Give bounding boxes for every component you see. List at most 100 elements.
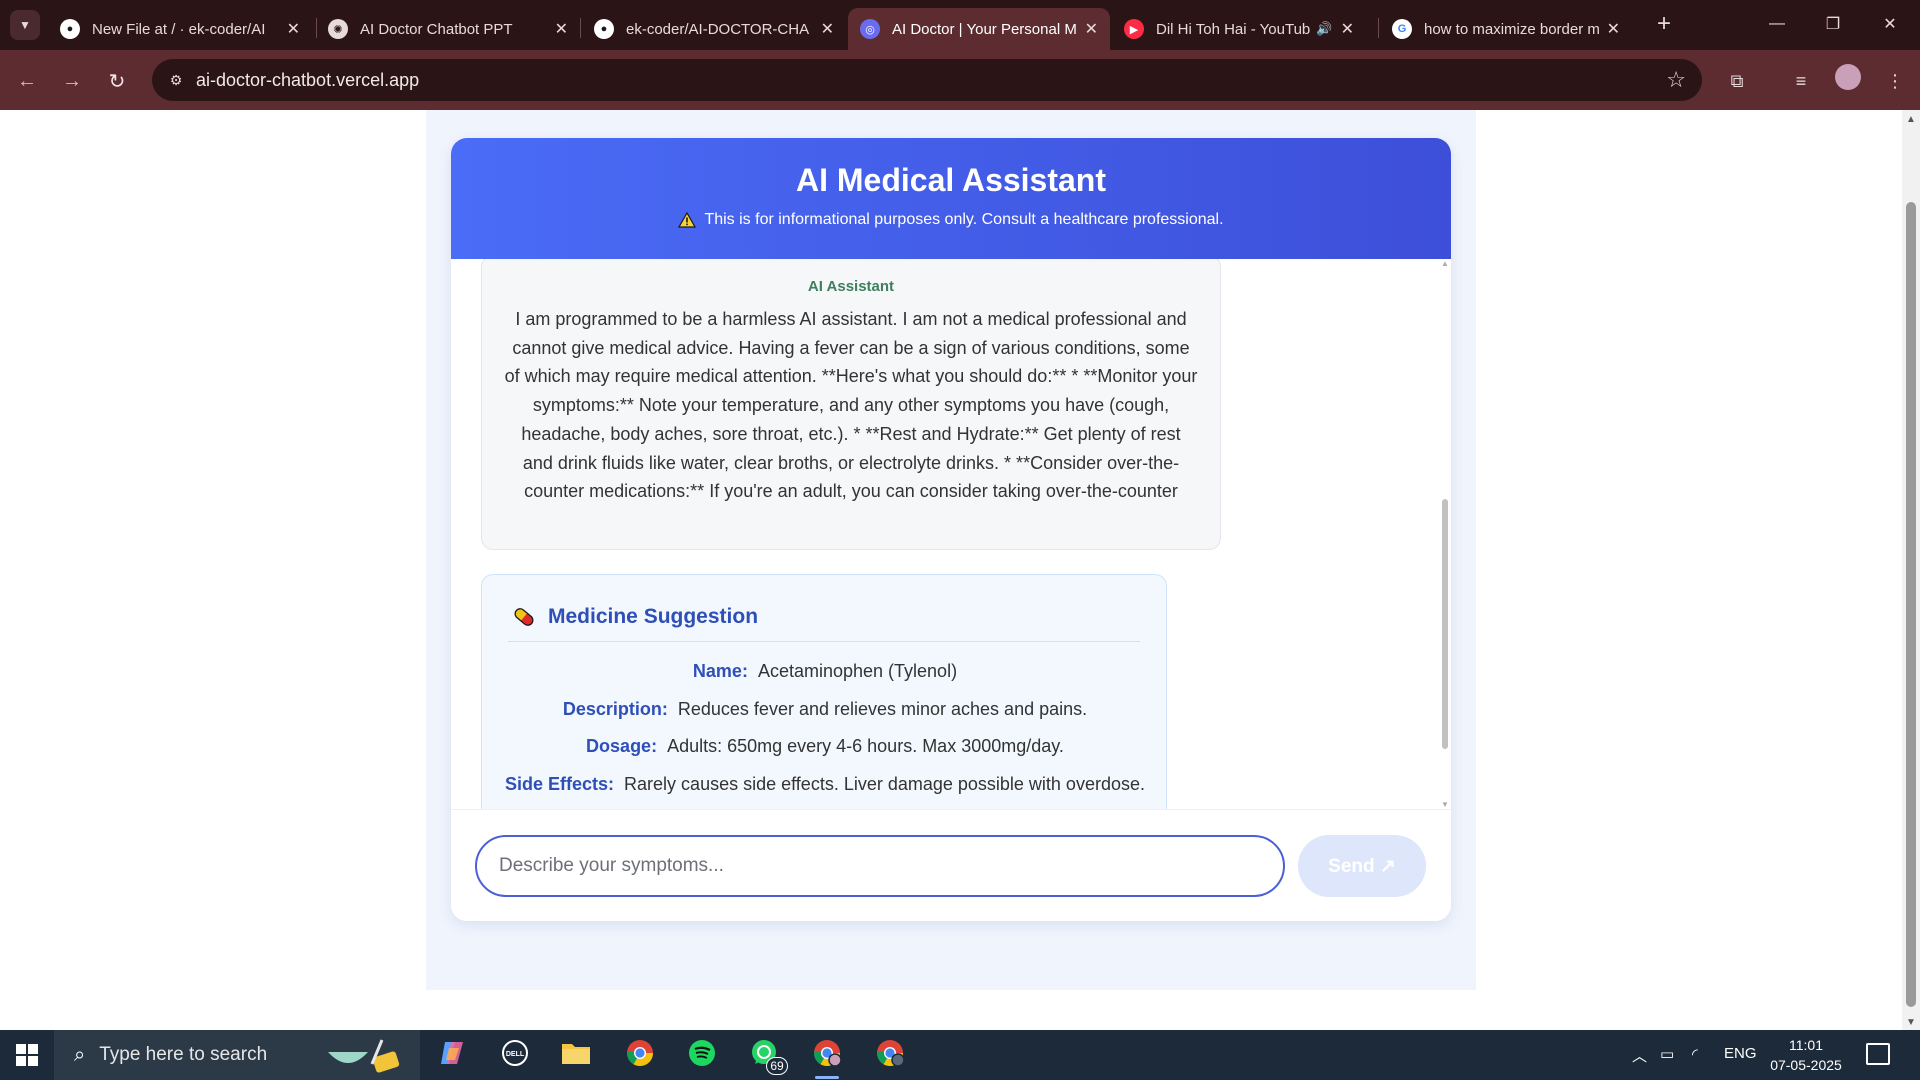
reload-icon: ↻ [108,70,126,93]
speaker-icon[interactable]: 🔊 [1316,21,1332,37]
clock-date: 07-05-2025 [1770,1057,1842,1073]
warning-icon [678,211,697,228]
disclaimer: This is for informational purposes only.… [451,211,1451,229]
close-icon[interactable]: ✕ [287,19,300,39]
tab-google-search[interactable]: G how to maximize border m ✕ [1380,8,1632,50]
scroll-up-icon[interactable]: ▲ [1906,114,1916,125]
copilot-icon [437,1038,467,1073]
chrome-icon [875,1038,905,1073]
new-tab-button[interactable]: + [1650,10,1678,38]
chrome-app[interactable] [622,1037,658,1073]
address-bar[interactable]: ⚙ ai-doctor-chatbot.vercel.app ☆ [152,59,1702,101]
close-icon[interactable]: ✕ [1341,19,1354,39]
message-list[interactable]: AI Assistant I am programmed to be a har… [451,259,1451,809]
browser-toolbar: ← → ↻ ⚙ ai-doctor-chatbot.vercel.app ☆ ⧉… [0,50,1920,110]
back-button[interactable]: ← [12,66,42,96]
google-icon: G [1392,19,1412,39]
restore-icon: ❐ [1825,16,1841,33]
extensions-button[interactable]: ⧉ [1722,66,1752,96]
divider [508,641,1140,642]
medicine-card-header: Medicine Suggestion [510,603,758,631]
site-settings-icon[interactable]: ⚙ [166,70,186,90]
folder-icon [561,1040,591,1071]
tab-github-new-file[interactable]: ● New File at / · ek-coder/AI ✕ [48,8,312,50]
medicine-dosage-value: Adults: 650mg every 4-6 hours. Max 3000m… [667,736,1064,756]
dell-icon: DELL [500,1038,530,1073]
puzzle-icon: ⧉ [1730,70,1744,91]
show-hidden-icons-icon[interactable]: ︿ [1632,1045,1647,1066]
scroll-down-icon[interactable]: ▼ [1441,800,1449,809]
search-highlight-icon [324,1038,408,1074]
page-title: AI Medical Assistant [795,162,1106,198]
url-text: ai-doctor-chatbot.vercel.app [196,70,420,90]
scrollbar-thumb[interactable] [1906,202,1916,1007]
scroll-down-icon[interactable]: ▼ [1906,1017,1916,1028]
notification-center-icon[interactable] [1866,1043,1890,1065]
symptom-input[interactable] [475,835,1285,897]
tab-youtube[interactable]: ▶ Dil Hi Toh Hai - YouTub 🔊 ✕ [1112,8,1366,50]
close-icon[interactable]: ✕ [1607,19,1620,39]
close-icon[interactable]: ✕ [1085,19,1098,39]
chevron-down-icon: ▼ [19,18,31,32]
close-icon[interactable]: ✕ [821,19,834,39]
dell-app[interactable]: DELL [497,1037,533,1073]
whatsapp-app[interactable]: 69 [746,1037,788,1075]
plus-icon: + [1656,10,1671,37]
taskbar-search[interactable]: ⌕ Type here to search [54,1030,420,1080]
tab-title: Dil Hi Toh Hai - YouTub [1156,20,1311,38]
chrome-profile-app[interactable] [809,1037,845,1079]
message-list-scrollbar[interactable]: ▲ ▼ [1439,259,1451,809]
tab-ai-doctor-ppt[interactable]: ✺ AI Doctor Chatbot PPT ✕ [316,8,580,50]
spotify-app[interactable] [684,1037,720,1073]
disclaimer-text: This is for informational purposes only.… [704,211,1224,228]
tab-title: AI Doctor | Your Personal M [892,20,1077,38]
medicine-side-effects-label: Side Effects: [505,774,615,794]
taskbar-clock[interactable]: 11:01 07-05-2025 [1746,1035,1866,1075]
forward-button[interactable]: → [57,66,87,96]
medicine-side-effects-value: Rarely causes side effects. Liver damage… [624,774,1145,794]
youtube-icon: ▶ [1124,19,1144,39]
ai-message-bubble: AI Assistant I am programmed to be a har… [481,259,1221,550]
scrollbar-thumb[interactable] [1442,499,1448,749]
minimize-button[interactable]: — [1757,8,1797,40]
medicine-dosage-row: Dosage: Adults: 650mg every 4-6 hours. Ma… [482,736,1168,757]
close-icon: ✕ [1883,16,1897,33]
reload-button[interactable]: ↻ [102,66,132,96]
notification-badge: 69 [766,1057,788,1075]
send-button[interactable]: Send ↗ [1298,835,1426,897]
kebab-menu-icon: ⋮ [1886,70,1904,91]
taskbar-search-placeholder: Type here to search [99,1044,268,1065]
tab-search-button[interactable]: ▼ [10,10,40,40]
chrome-profile-2-app[interactable] [872,1037,908,1073]
battery-icon[interactable]: ▭ [1660,1045,1674,1063]
start-button[interactable] [16,1044,38,1066]
medicine-dosage-label: Dosage: [586,736,658,756]
svg-text:DELL: DELL [506,1051,525,1058]
bookmark-star-icon[interactable]: ☆ [1666,67,1686,93]
tab-title: ek-coder/AI-DOCTOR-CHA [626,20,810,38]
wifi-icon[interactable]: ◜ [1692,1045,1698,1063]
menu-button[interactable]: ⋮ [1880,66,1910,96]
arrow-right-icon: → [62,69,82,92]
media-controls-button[interactable]: ≡ [1786,66,1816,96]
chat-input-area: Send ↗ [451,809,1451,921]
github-icon: ● [594,19,614,39]
tab-github-repo[interactable]: ● ek-coder/AI-DOCTOR-CHA ✕ [582,8,846,50]
minimize-icon: — [1769,15,1785,32]
file-explorer-app[interactable] [558,1037,594,1073]
scroll-up-icon[interactable]: ▲ [1441,259,1449,268]
close-icon[interactable]: ✕ [555,19,568,39]
chat-container: AI Medical Assistant This is for informa… [451,138,1451,921]
medicine-name-row: Name: Acetaminophen (Tylenol) [482,661,1168,682]
medicine-description-row: Description: Reduces fever and relieves m… [482,699,1168,720]
copilot-app[interactable] [434,1037,470,1073]
openai-icon: ✺ [328,19,348,39]
close-window-button[interactable]: ✕ [1870,8,1910,40]
windows-taskbar: ⌕ Type here to search DELL 69 ︿ ▭ ◜ ENG … [0,1030,1920,1080]
restore-button[interactable]: ❐ [1813,8,1853,40]
search-icon: ⌕ [74,1043,86,1066]
tab-ai-doctor-app[interactable]: ◎ AI Doctor | Your Personal M ✕ [848,8,1110,50]
page-scrollbar[interactable]: ▲ ▼ [1902,110,1920,1030]
chat-header: AI Medical Assistant This is for informa… [451,138,1451,259]
profile-avatar[interactable] [1835,64,1861,90]
